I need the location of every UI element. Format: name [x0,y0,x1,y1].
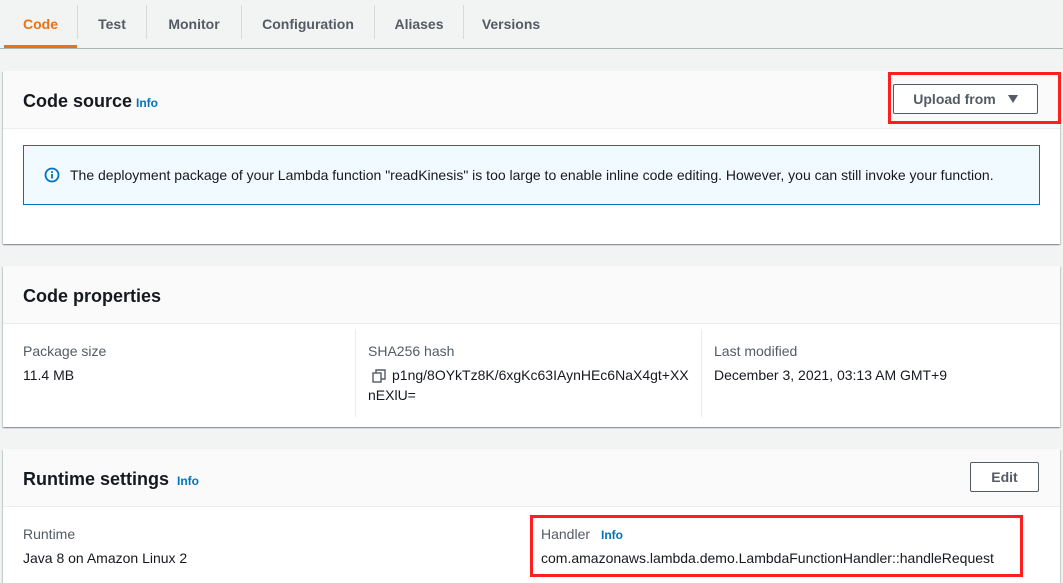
info-alert: The deployment package of your Lambda fu… [23,145,1040,205]
sha256-value-line2: nEXlU= [368,387,416,403]
tab-test[interactable]: Test [78,0,146,48]
runtime-settings-title: Runtime settings [23,469,170,489]
tab-monitor[interactable]: Monitor [147,0,241,48]
last-modified-label: Last modified [714,343,798,359]
runtime-settings-info-link[interactable]: Info [177,474,199,488]
handler-value: com.amazonaws.lambda.demo.LambdaFunction… [541,550,994,566]
sha256-value-line1: p1ng/8OYkTz8K/6xgKc63IAynHEc6NaX4gt+XX [392,367,689,383]
copy-icon[interactable] [372,369,386,383]
last-modified-value: December 3, 2021, 03:13 AM GMT+9 [714,367,948,383]
tab-bar: Code Test Monitor Configuration Aliases … [0,0,1063,49]
active-tab-indicator [4,45,77,48]
package-size-label: Package size [23,343,107,359]
upload-from-label: Upload from [913,91,996,107]
code-source-panel: Code source Info Upload from The deploym… [3,71,1061,244]
tab-configuration[interactable]: Configuration [242,0,374,48]
runtime-settings-panel: Runtime settings Info Edit Runtime Java … [3,449,1060,583]
runtime-settings-header: Runtime settings Info Edit [3,449,1060,507]
handler-label: Handler [541,526,591,542]
code-source-title: Code source [23,91,133,111]
handler-info-link[interactable]: Info [601,528,623,542]
caret-down-icon [1007,95,1018,103]
runtime-label: Runtime [23,526,76,542]
sha256-label: SHA256 hash [368,343,455,359]
column-divider [355,329,356,417]
runtime-value: Java 8 on Amazon Linux 2 [23,550,188,566]
tab-versions[interactable]: Versions [464,0,558,48]
tab-code[interactable]: Code [4,0,77,48]
code-source-header: Code source Info Upload from [3,71,1061,129]
column-divider [701,329,702,417]
tab-aliases[interactable]: Aliases [375,0,463,48]
package-size-value: 11.4 MB [23,367,75,383]
upload-from-button[interactable]: Upload from [893,84,1038,114]
code-properties-panel: Code properties Package size 11.4 MB SHA… [3,266,1060,427]
code-properties-header: Code properties [3,266,1060,324]
edit-button[interactable]: Edit [970,462,1039,492]
info-circle-icon [44,167,60,183]
code-properties-title: Code properties [23,286,162,306]
code-source-info-link[interactable]: Info [136,96,158,110]
alert-message: The deployment package of your Lambda fu… [70,167,994,183]
